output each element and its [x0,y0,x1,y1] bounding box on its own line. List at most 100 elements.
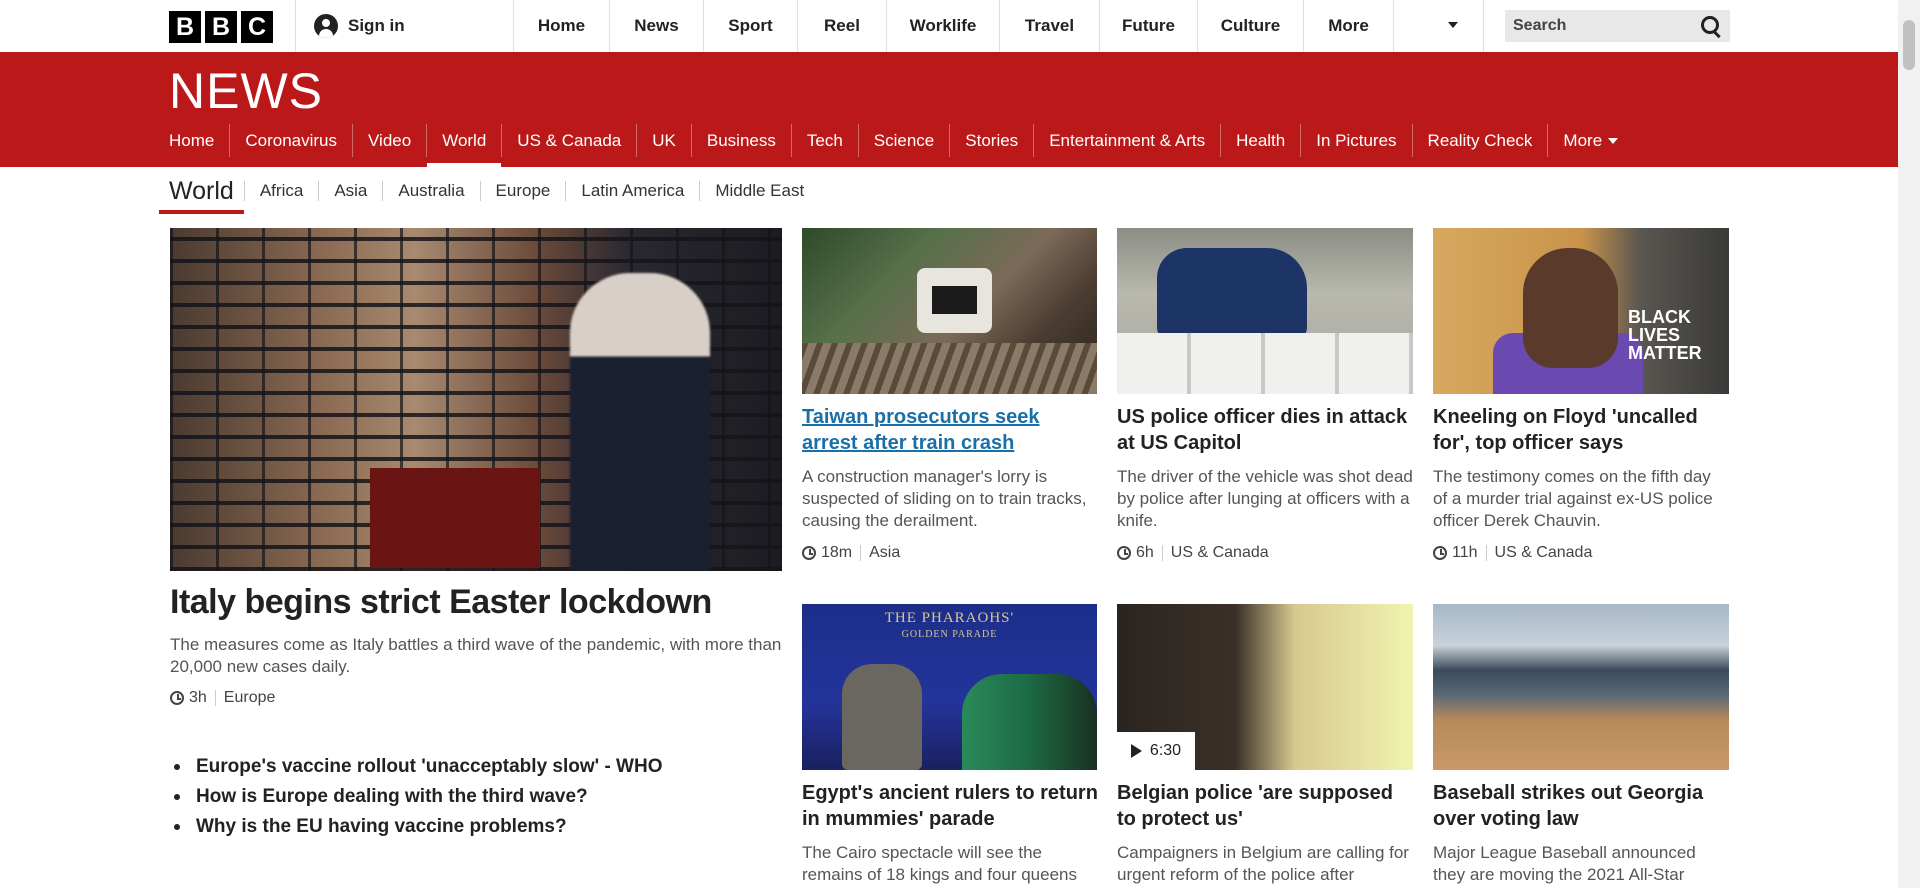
search-icon[interactable] [1700,15,1722,37]
story-video-thumbnail[interactable]: 6:30 [1117,604,1413,770]
page-scrollbar[interactable] [1898,0,1920,888]
lead-story-image[interactable] [170,228,782,571]
news-nav-more-label: More [1563,130,1603,150]
story-image[interactable] [802,228,1097,394]
news-nav: Home Coronavirus Video World US & Canada… [169,124,1633,167]
divider [1483,0,1484,52]
news-nav-world[interactable]: World [426,124,502,167]
global-nav-reel[interactable]: Reel [798,0,887,52]
global-nav-home[interactable]: Home [513,0,610,52]
subnav-asia[interactable]: Asia [318,181,382,201]
subnav-europe[interactable]: Europe [479,181,566,201]
divider [214,690,216,706]
news-nav-business[interactable]: Business [690,124,791,157]
news-nav-tech[interactable]: Tech [790,124,858,157]
global-nav-culture[interactable]: Culture [1198,0,1304,52]
story-image[interactable]: THE PHARAOHS' GOLDEN PARADE [802,604,1097,770]
clock-icon [1433,546,1447,560]
news-nav-stories[interactable]: Stories [949,124,1033,157]
story-meta: 6h US & Canada [1117,544,1269,562]
news-nav-science[interactable]: Science [857,124,949,157]
story-meta: 11h US & Canada [1433,544,1592,562]
sign-line: BLACK [1628,307,1691,327]
image-detail [962,674,1097,770]
caret-down-icon [1608,137,1619,144]
timestamp: 11h [1452,544,1478,561]
global-nav-more[interactable]: More [1304,0,1394,52]
story-summary: Major League Baseball announced they are… [1433,843,1696,884]
news-nav-us-canada[interactable]: US & Canada [501,124,636,157]
section-title-world[interactable]: World [159,168,244,214]
subnav-africa[interactable]: Africa [243,181,318,201]
search-input[interactable]: Search [1505,10,1730,42]
subnav-middle-east[interactable]: Middle East [699,181,819,201]
story-image[interactable]: BLACK LIVES MATTER [1433,228,1729,394]
bbc-logo[interactable]: B B C [169,11,273,43]
world-subnav: World Africa Asia Australia Europe Latin… [159,168,819,214]
bbc-global-header: B B C Sign in Home News Sport Reel Workl… [0,0,1898,53]
related-story-link[interactable]: How is Europe dealing with the third wav… [170,782,662,812]
play-icon [1130,744,1142,758]
related-story-link[interactable]: Europe's vaccine rollout 'unacceptably s… [170,752,662,782]
video-play-button[interactable]: 6:30 [1117,732,1195,770]
sign-in-link[interactable]: Sign in [314,0,405,52]
logo-letter-b1: B [169,11,201,43]
global-nav-future[interactable]: Future [1100,0,1198,52]
subnav-australia[interactable]: Australia [382,181,479,201]
global-nav-sport[interactable]: Sport [704,0,798,52]
timestamp: 6h [1136,544,1154,561]
story-headline[interactable]: Kneeling on Floyd 'uncalled for', top of… [1433,404,1729,456]
chevron-down-icon[interactable] [1448,22,1458,28]
section-link[interactable]: US & Canada [1495,544,1593,562]
image-detail [802,343,1097,394]
subnav-latin-america[interactable]: Latin America [565,181,699,201]
news-nav-in-pictures[interactable]: In Pictures [1300,124,1411,157]
global-nav-worklife[interactable]: Worklife [887,0,1000,52]
lead-story-meta: 3h Europe [170,689,275,707]
news-nav-more[interactable]: More [1547,124,1633,157]
story-summary: A construction manager's lorry is suspec… [802,467,1087,530]
story-headline[interactable]: Baseball strikes out Georgia over voting… [1433,780,1729,832]
news-logo[interactable]: NEWS [169,62,323,120]
clock-icon [170,691,184,705]
story-headline[interactable]: US police officer dies in attack at US C… [1117,404,1413,456]
image-detail [370,468,540,568]
logo-letter-c: C [241,11,273,43]
divider [1485,545,1487,561]
story-headline[interactable]: Taiwan prosecutors seek arrest after tra… [802,404,1098,456]
scrollbar-thumb[interactable] [1903,20,1915,70]
user-icon [314,14,338,38]
related-story-link[interactable]: Why is the EU having vaccine problems? [170,812,662,842]
section-link[interactable]: Europe [224,689,276,707]
section-link[interactable]: Asia [869,544,900,562]
image-detail [570,273,710,571]
story-headline[interactable]: Belgian police 'are supposed to protect … [1117,780,1413,832]
search-placeholder: Search [1513,17,1567,34]
news-nav-uk[interactable]: UK [636,124,691,157]
story-headline[interactable]: Egypt's ancient rulers to return in mumm… [802,780,1098,832]
story-image[interactable] [1117,228,1413,394]
story-image[interactable] [1433,604,1729,770]
lead-story-headline[interactable]: Italy begins strict Easter lockdown [170,583,712,622]
news-nav-reality-check[interactable]: Reality Check [1411,124,1548,157]
clock-icon [802,546,816,560]
story-summary: The Cairo spectacle will see the remains… [802,843,1078,884]
news-nav-video[interactable]: Video [352,124,426,157]
clock-icon [1117,546,1131,560]
global-nav-news[interactable]: News [610,0,704,52]
section-link[interactable]: US & Canada [1171,544,1269,562]
story-meta: 18m Asia [802,544,900,562]
news-nav-health[interactable]: Health [1220,124,1300,157]
timestamp: 18m [821,544,853,561]
global-nav-travel[interactable]: Travel [1000,0,1100,52]
divider [295,0,296,52]
news-nav-entertainment-arts[interactable]: Entertainment & Arts [1033,124,1220,157]
image-detail [842,664,922,770]
news-nav-coronavirus[interactable]: Coronavirus [229,124,352,157]
divider [860,545,862,561]
news-nav-home[interactable]: Home [169,124,229,157]
news-header: NEWS Home Coronavirus Video World US & C… [0,52,1898,167]
image-detail [1117,333,1413,394]
image-detail [917,268,992,333]
sign-line: LIVES [1628,325,1681,345]
